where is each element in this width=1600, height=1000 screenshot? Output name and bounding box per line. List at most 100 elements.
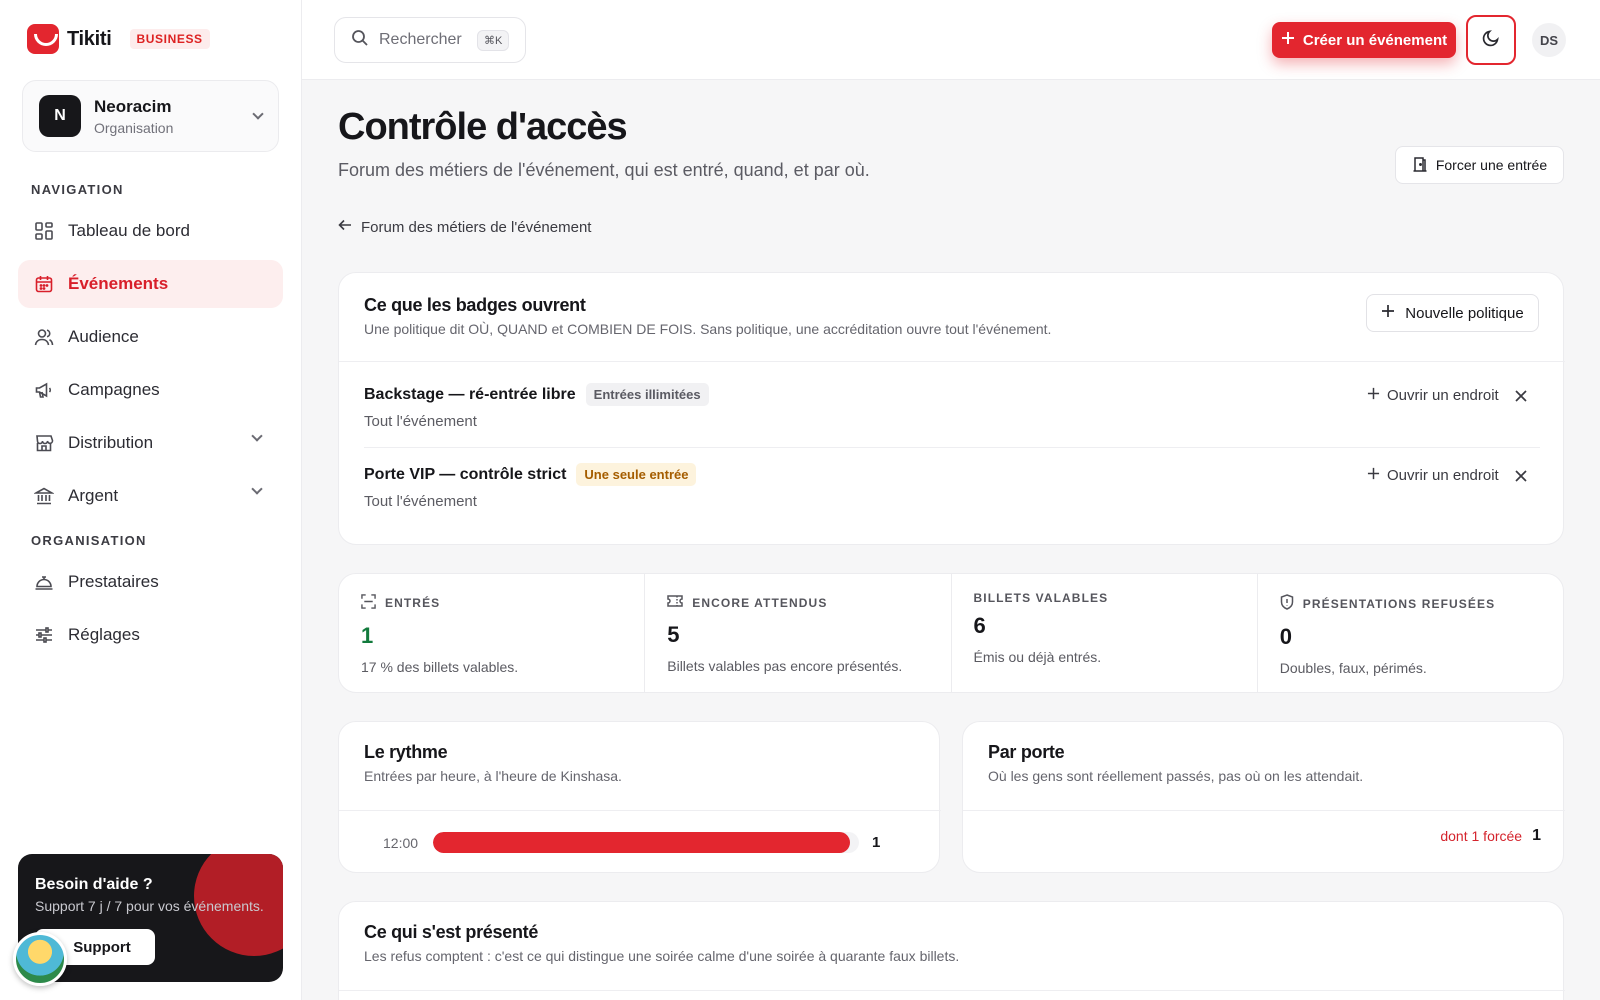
search-shortcut: ⌘K bbox=[477, 29, 510, 51]
forced-count: dont 1 forcée bbox=[1440, 828, 1523, 844]
stat-description: Émis ou déjà entrés. bbox=[973, 649, 1102, 665]
divider bbox=[364, 447, 1540, 448]
org-section-label: ORGANISATION bbox=[31, 533, 147, 548]
force-entry-button[interactable]: Forcer une entrée bbox=[1395, 146, 1564, 184]
open-place-button[interactable]: Ouvrir un endroit bbox=[1367, 387, 1499, 404]
stat-entered: ENTRÉS 1 17 % des billets valables. bbox=[339, 574, 646, 692]
policy-row[interactable]: Porte VIP — contrôle strict Une seule en… bbox=[364, 463, 1540, 527]
divider bbox=[963, 810, 1565, 811]
rhythm-subtitle: Entrées par heure, à l'heure de Kinshasa… bbox=[364, 768, 622, 784]
brand-name: Tikiti bbox=[67, 27, 112, 50]
close-icon[interactable] bbox=[1512, 467, 1530, 485]
stat-awaited: ENCORE ATTENDUS 5 Billets valables pas e… bbox=[645, 574, 952, 692]
topbar: ⌘K Créer un événement DS bbox=[302, 0, 1600, 80]
policies-title: Ce que les badges ouvrent bbox=[364, 295, 586, 315]
sliders-icon bbox=[34, 625, 54, 645]
sidebar-item-label: Réglages bbox=[68, 625, 140, 644]
organization-switcher[interactable]: N Neoracim Organisation bbox=[22, 80, 279, 152]
nav-section-label: NAVIGATION bbox=[31, 182, 124, 197]
plus-icon bbox=[1367, 387, 1380, 404]
sidebar-item-campaigns[interactable]: Campagnes bbox=[18, 366, 283, 414]
chevron-down-icon bbox=[251, 430, 263, 442]
stat-description: Doubles, faux, périmés. bbox=[1279, 660, 1427, 676]
stat-value: 0 bbox=[1279, 624, 1292, 649]
new-policy-label: Nouvelle politique bbox=[1405, 304, 1524, 322]
policy-scope: Tout l'événement bbox=[364, 413, 477, 430]
theme-toggle-button[interactable] bbox=[1466, 15, 1516, 65]
brand[interactable]: Tikiti BUSINESS bbox=[27, 24, 210, 54]
business-badge: BUSINESS bbox=[129, 29, 210, 49]
plus-icon bbox=[1281, 31, 1295, 49]
create-event-label: Créer un événement bbox=[1302, 31, 1448, 49]
sidebar-item-events[interactable]: Événements bbox=[18, 260, 283, 308]
chevron-down-icon bbox=[252, 107, 264, 120]
per-door-card: Par porte Où les gens sont réellement pa… bbox=[962, 721, 1565, 873]
shield-icon bbox=[1280, 594, 1294, 613]
sidebar-item-label: Audience bbox=[68, 327, 139, 346]
presented-card: Ce qui s'est présenté Les refus comptent… bbox=[338, 901, 1565, 1000]
sidebar-item-label: Argent bbox=[68, 486, 119, 505]
sidebar-item-money[interactable]: Argent bbox=[18, 472, 283, 520]
stat-label: PRÉSENTATIONS REFUSÉES bbox=[1302, 596, 1496, 611]
new-policy-button[interactable]: Nouvelle politique bbox=[1366, 294, 1539, 332]
org-avatar: N bbox=[39, 95, 81, 137]
org-name: Neoracim bbox=[94, 96, 172, 116]
page-subtitle: Forum des métiers de l'événement, qui es… bbox=[338, 160, 870, 180]
help-subtitle: Support 7 j / 7 pour vos événements. bbox=[35, 898, 264, 914]
policy-scope: Tout l'événement bbox=[364, 493, 477, 510]
stat-value: 5 bbox=[667, 622, 680, 647]
sidebar-item-label: Prestataires bbox=[68, 572, 159, 591]
hour-bar-row: 12:00 1 bbox=[383, 832, 880, 853]
hour-bar-fill bbox=[433, 832, 851, 853]
user-avatar[interactable]: DS bbox=[1532, 23, 1566, 57]
hour-bar-track bbox=[433, 832, 859, 853]
rhythm-title: Le rythme bbox=[364, 742, 448, 762]
policy-tag: Entrées illimitées bbox=[585, 383, 709, 406]
policy-tag: Une seule entrée bbox=[576, 463, 697, 486]
sidebar-item-dashboard[interactable]: Tableau de bord bbox=[18, 207, 283, 255]
dashboard-icon bbox=[34, 221, 54, 241]
back-link-label: Forum des métiers de l'événement bbox=[361, 218, 592, 236]
tikiti-logo-icon bbox=[27, 24, 59, 54]
stat-label: ENTRÉS bbox=[385, 596, 441, 610]
moon-icon bbox=[1482, 29, 1500, 52]
plus-icon bbox=[1367, 467, 1380, 484]
search-box[interactable]: ⌘K bbox=[334, 17, 526, 63]
arrow-left-icon bbox=[338, 218, 352, 236]
org-type: Organisation bbox=[94, 119, 174, 136]
sidebar-item-label: Distribution bbox=[68, 433, 154, 452]
hour-count: 1 bbox=[872, 834, 881, 851]
stat-value: 1 bbox=[361, 623, 374, 648]
plus-icon bbox=[1381, 304, 1395, 322]
policy-row[interactable]: Backstage — ré-entrée libre Entrées illi… bbox=[364, 383, 1540, 447]
back-to-event-link[interactable]: Forum des métiers de l'événement bbox=[338, 218, 591, 236]
support-agent-avatar[interactable] bbox=[13, 932, 67, 986]
close-icon[interactable] bbox=[1512, 387, 1530, 405]
scan-icon bbox=[361, 594, 376, 612]
sidebar-item-providers[interactable]: Prestataires bbox=[18, 558, 283, 606]
help-title: Besoin d'aide ? bbox=[35, 876, 153, 893]
store-icon bbox=[34, 433, 54, 453]
force-entry-label: Forcer une entrée bbox=[1435, 157, 1548, 173]
sidebar-item-distribution[interactable]: Distribution bbox=[18, 419, 283, 467]
stat-valid-tickets: BILLETS VALABLES 6 Émis ou déjà entrés. bbox=[952, 574, 1258, 692]
stat-description: 17 % des billets valables. bbox=[361, 659, 519, 675]
ticket-icon bbox=[667, 594, 683, 611]
sidebar-item-settings[interactable]: Réglages bbox=[18, 611, 283, 659]
policies-card: Ce que les badges ouvrent Une politique … bbox=[338, 272, 1565, 545]
rhythm-card: Le rythme Entrées par heure, à l'heure d… bbox=[338, 721, 941, 873]
page-title: Contrôle d'accès bbox=[338, 106, 628, 148]
search-input[interactable] bbox=[379, 31, 471, 49]
create-event-button[interactable]: Créer un événement bbox=[1272, 22, 1456, 58]
sidebar-item-label: Événements bbox=[68, 274, 169, 293]
stat-refused: PRÉSENTATIONS REFUSÉES 0 Doubles, faux, … bbox=[1258, 574, 1563, 692]
open-place-label: Ouvrir un endroit bbox=[1387, 467, 1499, 484]
policy-name: Porte VIP — contrôle strict bbox=[364, 465, 567, 483]
stats-row: ENTRÉS 1 17 % des billets valables. ENCO… bbox=[338, 573, 1564, 693]
open-place-button[interactable]: Ouvrir un endroit bbox=[1367, 467, 1499, 484]
calendar-icon bbox=[34, 274, 54, 294]
sidebar-item-audience[interactable]: Audience bbox=[18, 313, 283, 361]
per-door-title: Par porte bbox=[988, 742, 1065, 762]
stat-label: BILLETS VALABLES bbox=[973, 591, 1109, 605]
users-icon bbox=[34, 327, 54, 347]
